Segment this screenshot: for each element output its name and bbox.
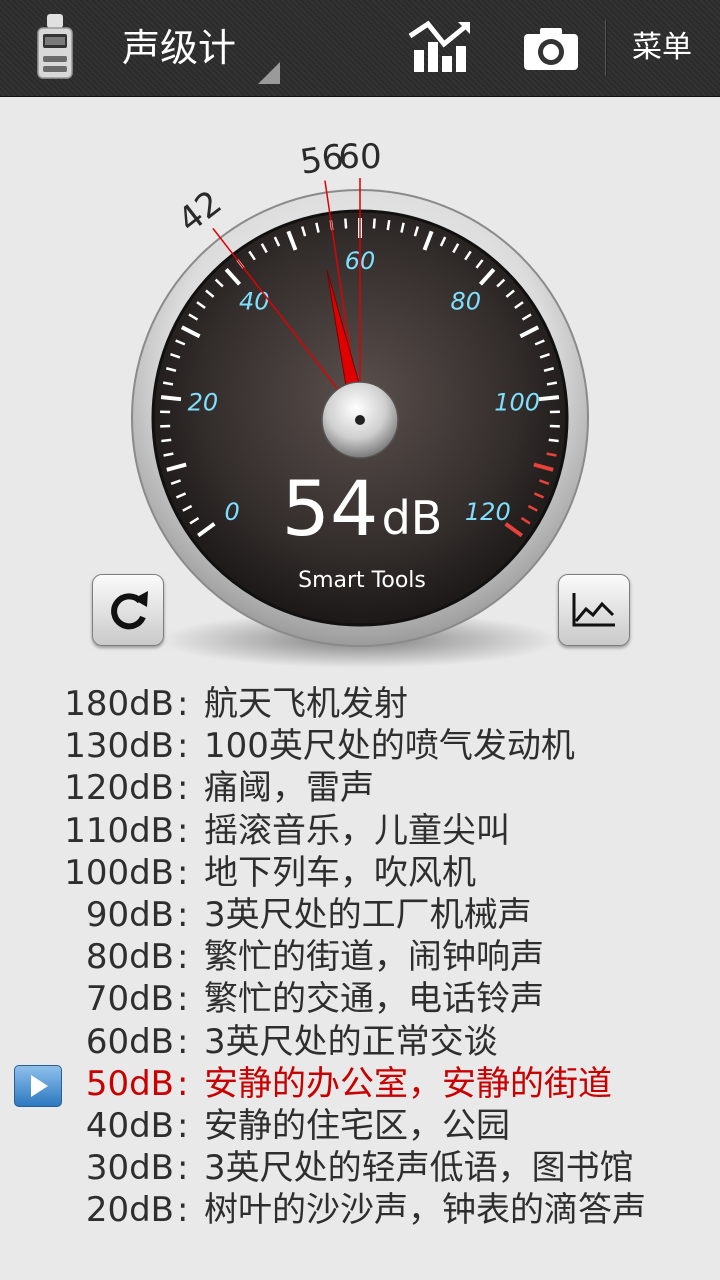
level-row: 180dB: 航天飞机发射 [0, 683, 720, 725]
level-db: 40dB [85, 1105, 174, 1146]
level-db: 120dB [64, 768, 174, 809]
level-db: 30dB [85, 1148, 174, 1189]
level-description: 繁忙的街道，闹钟响声 [204, 937, 544, 978]
level-separator: : [177, 894, 189, 935]
level-db: 20dB [85, 1190, 174, 1231]
level-separator: : [177, 1021, 189, 1062]
level-description: 100英尺处的喷气发动机 [204, 726, 575, 767]
level-row: 80dB: 繁忙的街道，闹钟响声 [0, 936, 720, 978]
level-db: 80dB [85, 937, 174, 978]
level-db: 180dB [64, 684, 174, 724]
brand-label: Smart Tools [298, 568, 426, 593]
top-bar: 声级计 菜单 [0, 0, 720, 97]
level-db: 110dB [64, 810, 174, 851]
app-title: 声级计 [122, 26, 237, 70]
level-separator: : [177, 684, 189, 724]
current-level-play-icon [14, 1064, 62, 1107]
chart-stats-icon[interactable] [408, 20, 472, 76]
level-separator: : [177, 937, 189, 978]
level-description: 痛阈，雷声 [204, 768, 374, 809]
toolbar-divider [605, 20, 606, 76]
gauge-tick [161, 438, 172, 443]
level-description: 树叶的沙沙声，钟表的滴答声 [204, 1190, 646, 1231]
level-row: 130dB:100英尺处的喷气发动机 [0, 725, 720, 767]
level-row: 70dB: 繁忙的交通，电话铃声 [0, 978, 720, 1020]
line-graph-icon [572, 593, 615, 627]
level-db: 60dB [85, 1021, 174, 1062]
gauge-tick [386, 219, 391, 231]
level-separator: : [177, 768, 189, 809]
scale-label-100: 100 [494, 388, 540, 416]
scale-label-80: 80 [450, 288, 481, 316]
level-row: 20dB: 树叶的沙沙声，钟表的滴答声 [0, 1189, 720, 1231]
reset-button[interactable] [92, 574, 164, 646]
level-description: 安静的办公室，安静的街道 [204, 1063, 612, 1104]
level-description: 安静的住宅区，公园 [204, 1105, 510, 1146]
gauge-tick [344, 218, 348, 229]
level-db: 100dB [64, 852, 174, 893]
level-separator: : [177, 726, 189, 767]
menu-button[interactable]: 菜单 [614, 24, 710, 72]
level-description: 3英尺处的轻声低语，图书馆 [204, 1148, 634, 1189]
marker-label-max: 60 [338, 137, 381, 177]
level-row: 90dB:3英尺处的工厂机械声 [0, 894, 720, 936]
level-row-current: 50dB: 安静的办公室，安静的街道 [0, 1063, 720, 1107]
level-description: 地下列车，吹风机 [204, 852, 476, 893]
level-separator: : [177, 1190, 189, 1231]
level-description: 繁忙的交通，电话铃声 [204, 979, 544, 1020]
gauge-tick [162, 381, 174, 386]
gauge-tick [372, 218, 376, 229]
noise-level-reference-list: 180dB: 航天飞机发射 130dB:100英尺处的喷气发动机 120dB: 痛阈… [0, 683, 720, 1231]
camera-icon[interactable] [522, 22, 580, 74]
level-row: 60dB:3英尺处的正常交谈 [0, 1021, 720, 1063]
level-db: 70dB [85, 979, 174, 1020]
gauge-hub-pin [355, 415, 365, 425]
refresh-icon [111, 591, 148, 630]
level-db: 50dB [85, 1063, 174, 1104]
level-db: 130dB [64, 726, 174, 767]
sound-meter-app-icon [37, 14, 73, 79]
scale-label-120: 120 [465, 498, 511, 526]
level-separator: : [177, 1148, 189, 1189]
scale-label-40: 40 [239, 288, 270, 316]
level-description: 航天飞机发射 [204, 684, 408, 724]
gauge-tick [546, 381, 558, 386]
level-row: 120dB: 痛阈，雷声 [0, 767, 720, 809]
level-description: 3英尺处的正常交谈 [204, 1021, 498, 1062]
reading-value: 54 [282, 464, 379, 553]
reading-unit: dB [382, 491, 443, 545]
level-row: 40dB: 安静的住宅区，公园 [0, 1105, 720, 1147]
level-separator: : [177, 1105, 189, 1146]
marker-label-min: 42 [171, 183, 230, 241]
level-separator: : [177, 1063, 189, 1104]
level-row: 100dB: 地下列车，吹风机 [0, 852, 720, 894]
gauge-tick [538, 395, 560, 402]
scale-label-0: 0 [225, 498, 240, 526]
title-dropdown-indicator [258, 62, 280, 84]
level-separator: : [177, 852, 189, 893]
level-db: 90dB [85, 894, 174, 935]
level-separator: : [177, 810, 189, 851]
level-description: 摇滚音乐，儿童尖叫 [204, 810, 510, 851]
graph-button[interactable] [558, 574, 630, 646]
scale-label-20: 20 [188, 388, 219, 416]
gauge-tick [160, 395, 182, 402]
level-description: 3英尺处的工厂机械声 [204, 894, 532, 935]
level-separator: : [177, 979, 189, 1020]
level-row: 110dB: 摇滚音乐，儿童尖叫 [0, 810, 720, 852]
gauge-tick [548, 438, 559, 443]
level-row: 30dB:3英尺处的轻声低语，图书馆 [0, 1147, 720, 1189]
